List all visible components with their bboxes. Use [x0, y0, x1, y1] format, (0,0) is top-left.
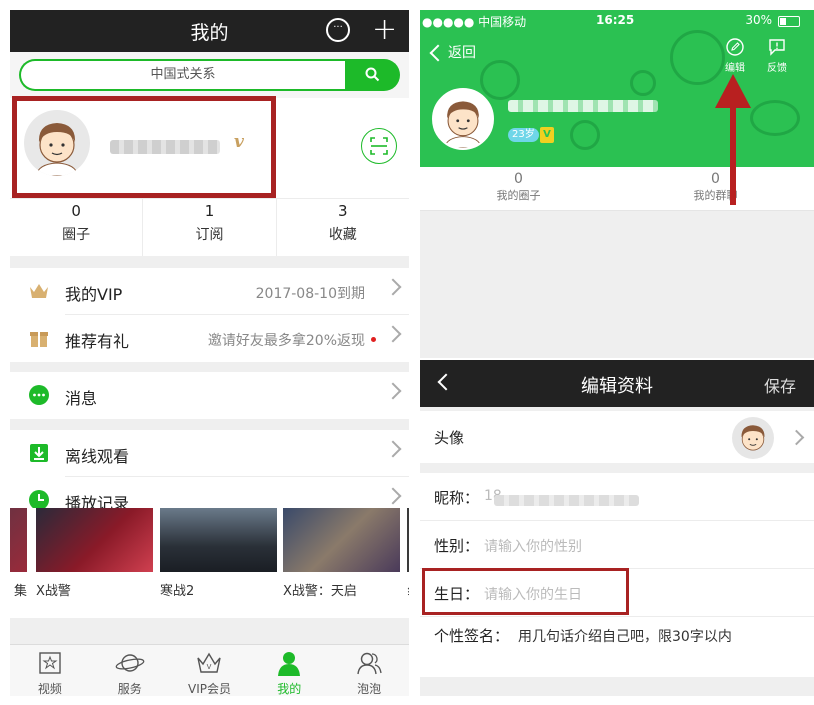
- history-item[interactable]: 纟: [407, 508, 409, 599]
- highlight-box-profile: [12, 96, 276, 198]
- edit-profile-panel: 编辑资料 保存 头像 昵称： 18 性别： 请输入你的性别 生日： 请输入你的生…: [420, 360, 814, 696]
- vip-expiry: 2017-08-10到期: [255, 286, 365, 302]
- history-item[interactable]: X战警: [36, 508, 153, 599]
- message-icon: [29, 385, 49, 405]
- signature-row[interactable]: 个性签名： 用几句话介绍自己吧，限30字以内: [420, 617, 814, 677]
- blurred-nickname: [494, 495, 639, 506]
- movie-title: 集: [13, 584, 27, 599]
- tab-label: 我的: [277, 682, 302, 696]
- avatar: [732, 417, 774, 459]
- stat-label: 圈子: [62, 227, 91, 243]
- menu-label: 消息: [65, 389, 98, 408]
- tab-service[interactable]: 服务: [90, 645, 170, 696]
- stat-number: 0: [71, 202, 81, 220]
- search-icon: [365, 67, 380, 82]
- nickname-row[interactable]: 昵称： 18: [420, 473, 814, 521]
- page-title: 编辑资料: [581, 376, 653, 397]
- menu-item-referral[interactable]: 推荐有礼 邀请好友最多拿20%返现: [10, 315, 409, 362]
- movie-title: X战警: [36, 584, 71, 599]
- poster-image: [10, 508, 27, 572]
- video-icon: [39, 652, 61, 674]
- stat-circles[interactable]: 0 圈子: [10, 199, 144, 256]
- stat-favorites[interactable]: 3 收藏: [277, 199, 409, 256]
- movie-title: 纟: [407, 580, 409, 599]
- field-label: 性别：: [434, 537, 480, 555]
- chevron-right-icon: [384, 278, 402, 296]
- tab-mine[interactable]: 我的: [249, 645, 329, 696]
- crown-icon: V: [197, 652, 222, 673]
- download-icon: [30, 444, 48, 462]
- bottom-tab-bar: 视频 服务 V VIP会员 我的 泡泡: [10, 644, 409, 696]
- my-page-panel: 我的 ··· + 中国式关系 v 0 圈子 1 订阅 3 收藏 我的VIP 20…: [10, 10, 409, 696]
- tab-label: 服务: [117, 682, 142, 696]
- stat-subscriptions[interactable]: 1 订阅: [143, 199, 277, 256]
- person-icon: [278, 652, 301, 676]
- top-bar: 我的 ··· +: [10, 10, 409, 52]
- poster-image: [160, 508, 277, 572]
- stat-label: 订阅: [195, 227, 224, 243]
- chevron-right-icon: [384, 487, 402, 505]
- history-item[interactable]: 寒战2: [160, 508, 277, 599]
- red-arrow-annotation: [715, 74, 751, 205]
- search-button[interactable]: [345, 59, 400, 91]
- gender-row[interactable]: 性别： 请输入你的性别: [420, 521, 814, 569]
- tab-video[interactable]: 视频: [10, 645, 90, 696]
- movie-title: X战警：天启: [283, 584, 357, 599]
- chevron-right-icon: [384, 325, 402, 343]
- qr-scan-button[interactable]: [361, 128, 397, 164]
- menu-item-messages[interactable]: 消息: [10, 372, 409, 419]
- gender-input[interactable]: 请输入你的性别: [484, 536, 582, 556]
- menu-item-vip[interactable]: 我的VIP 2017-08-10到期: [10, 268, 409, 315]
- edit-header: 编辑资料 保存: [420, 360, 814, 407]
- svg-text:V: V: [207, 663, 212, 671]
- save-button[interactable]: 保存: [764, 373, 796, 397]
- chevron-right-icon: [384, 382, 402, 400]
- chevron-right-icon: [788, 429, 805, 446]
- scan-icon: [370, 137, 388, 155]
- gift-icon: [30, 332, 48, 347]
- search-bar: 中国式关系: [10, 52, 409, 98]
- signature-input[interactable]: 用几句话介绍自己吧，限30字以内: [518, 626, 732, 646]
- planet-icon: [115, 654, 145, 672]
- people-icon: [357, 652, 382, 675]
- field-label: 个性签名：: [434, 627, 510, 645]
- tab-label: 视频: [37, 682, 62, 696]
- history-carousel: 集 X战警 寒战2 X战警：天启 纟: [10, 508, 409, 618]
- menu-item-offline[interactable]: 离线观看: [10, 430, 409, 477]
- notification-dot: [371, 337, 376, 342]
- chevron-right-icon: [384, 440, 402, 458]
- plus-icon[interactable]: +: [372, 12, 397, 47]
- menu-label: 推荐有礼: [65, 332, 130, 351]
- tab-bubble[interactable]: 泡泡: [329, 645, 409, 696]
- menu-label: 离线观看: [65, 447, 130, 466]
- stats-row: 0 圈子 1 订阅 3 收藏: [10, 198, 409, 256]
- chat-bubble-icon[interactable]: ···: [326, 18, 350, 42]
- movie-title: 寒战2: [160, 584, 195, 599]
- tab-vip[interactable]: V VIP会员: [170, 645, 250, 696]
- poster-image: [283, 508, 400, 572]
- crown-icon: [30, 284, 48, 298]
- tab-label: VIP会员: [187, 682, 231, 696]
- menu-label: 我的VIP: [65, 285, 123, 304]
- stat-number: 3: [338, 202, 348, 220]
- stat-number: 1: [204, 202, 215, 220]
- profile-home-panel: ●●●●● 中国移动 16:25 30% 返回 编辑 反馈 23岁 V 0 我的…: [420, 10, 814, 358]
- field-label: 头像: [434, 429, 465, 447]
- field-label: 昵称：: [434, 489, 480, 507]
- stat-label: 收藏: [328, 227, 357, 243]
- poster-image: [36, 508, 153, 572]
- avatar-row[interactable]: 头像: [420, 411, 814, 463]
- history-item[interactable]: X战警：天启: [283, 508, 400, 599]
- search-input[interactable]: 中国式关系: [19, 59, 345, 91]
- history-item[interactable]: 集: [10, 508, 27, 599]
- poster-image: [407, 508, 409, 572]
- tab-label: 泡泡: [357, 682, 382, 696]
- referral-desc: 邀请好友最多拿20%返现: [207, 333, 365, 349]
- highlight-box-birthday: [422, 568, 629, 615]
